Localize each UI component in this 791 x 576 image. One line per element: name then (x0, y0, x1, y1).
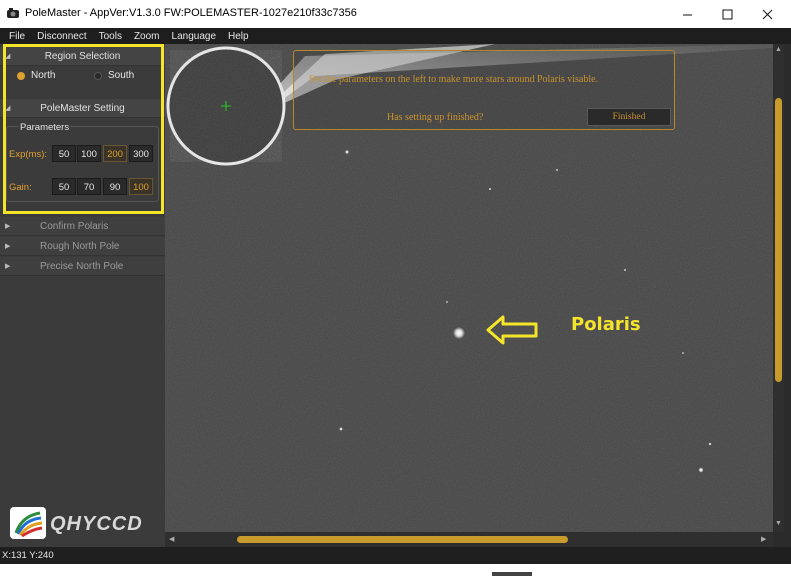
gain-50-button[interactable]: 50 (52, 178, 76, 195)
horizontal-scroll-thumb[interactable] (237, 536, 568, 543)
setup-question-text: Has setting up finished? (387, 112, 484, 123)
menu-tools[interactable]: Tools (99, 31, 122, 42)
cursor-coordinates: X:131 Y:240 (2, 550, 54, 561)
radio-south[interactable]: South (94, 70, 134, 81)
polemaster-window: PoleMaster - AppVer:V1.3.0 FW:POLEMASTER… (0, 0, 791, 576)
finished-button[interactable]: Finished (587, 108, 671, 126)
expand-triangle-icon: ▶ (5, 263, 11, 270)
scroll-left-icon[interactable]: ◀ (169, 535, 174, 543)
step-precise-north-pole-label: Precise North Pole (40, 261, 124, 272)
gain-100-button[interactable]: 100 (129, 178, 153, 195)
expand-triangle-icon: ▶ (5, 243, 11, 250)
close-icon (762, 9, 772, 19)
radio-unselected-icon (94, 71, 102, 80)
radio-north[interactable]: North (17, 70, 55, 81)
polaris-label: Polaris (571, 314, 641, 335)
exp-label: Exp(ms): (9, 149, 47, 160)
minimize-icon (682, 14, 692, 15)
parameters-label: Parameters (19, 122, 71, 133)
window-title: PoleMaster - AppVer:V1.3.0 FW:POLEMASTER… (25, 7, 357, 19)
gain-label: Gain: (9, 182, 32, 193)
radio-north-label: North (31, 70, 56, 81)
exp-300-button[interactable]: 300 (129, 145, 153, 162)
gain-90-button[interactable]: 90 (103, 178, 127, 195)
star (445, 300, 449, 304)
exp-50-button[interactable]: 50 (52, 145, 76, 162)
qhyccd-logo: QHYCCD (10, 507, 156, 539)
star (555, 168, 559, 172)
polaris-star (453, 327, 465, 339)
polemaster-setting-header[interactable]: ◢ PoleMaster Setting (0, 99, 165, 118)
minimize-button[interactable] (665, 0, 709, 28)
instruction-panel: Set the parameters on the left to make m… (293, 50, 675, 130)
bottom-strip (0, 564, 791, 576)
radio-south-label: South (108, 70, 135, 81)
collapse-triangle-icon: ◢ (5, 53, 11, 60)
exp-200-button[interactable]: 200 (103, 145, 127, 162)
exp-100-button[interactable]: 100 (77, 145, 101, 162)
star (488, 187, 492, 191)
step-rough-north-pole-label: Rough North Pole (40, 241, 120, 252)
star (345, 150, 349, 154)
scroll-up-icon[interactable]: ▲ (775, 46, 782, 53)
polemaster-setting-label: PoleMaster Setting (40, 103, 125, 114)
maximize-icon (722, 9, 732, 19)
title-bar: PoleMaster - AppVer:V1.3.0 FW:POLEMASTER… (0, 0, 791, 28)
step-precise-north-pole[interactable]: ▶ Precise North Pole (0, 257, 165, 276)
status-bar: X:131 Y:240 (0, 547, 791, 564)
horizontal-scrollbar[interactable]: ◀ ▶ (165, 532, 773, 547)
vertical-scrollbar[interactable]: ▲ ▼ (773, 44, 784, 532)
region-selection-header[interactable]: ◢ Region Selection (0, 47, 165, 66)
star (623, 268, 627, 272)
step-confirm-polaris[interactable]: ▶ Confirm Polaris (0, 217, 165, 236)
star (681, 351, 685, 355)
gain-70-button[interactable]: 70 (77, 178, 101, 195)
menu-file[interactable]: File (9, 31, 25, 42)
scroll-down-icon[interactable]: ▼ (775, 520, 782, 527)
maximize-button[interactable] (705, 0, 749, 28)
instruction-text: Set the parameters on the left to make m… (309, 74, 599, 85)
app-icon (7, 8, 19, 18)
left-panel: ◢ Region Selection North South ◢ PoleMas… (0, 44, 165, 547)
expand-triangle-icon: ▶ (5, 223, 11, 230)
star (698, 467, 704, 473)
radio-selected-icon (17, 71, 25, 80)
menu-language[interactable]: Language (172, 31, 217, 42)
close-button[interactable] (745, 0, 789, 28)
menu-zoom[interactable]: Zoom (134, 31, 160, 42)
menu-bar: File Disconnect Tools Zoom Language Help (0, 28, 791, 44)
scroll-right-icon[interactable]: ▶ (761, 535, 766, 543)
camera-image-view[interactable]: Set the parameters on the left to make m… (165, 44, 773, 532)
star (339, 427, 343, 431)
qhyccd-logo-icon (10, 507, 46, 539)
menu-disconnect[interactable]: Disconnect (37, 31, 86, 42)
star (708, 442, 712, 446)
collapse-triangle-icon: ◢ (5, 105, 11, 112)
step-confirm-polaris-label: Confirm Polaris (40, 221, 109, 232)
qhyccd-logo-text: QHYCCD (50, 513, 143, 535)
vertical-scroll-thumb[interactable] (775, 98, 782, 382)
menu-help[interactable]: Help (228, 31, 249, 42)
region-selection-label: Region Selection (44, 51, 121, 62)
step-rough-north-pole[interactable]: ▶ Rough North Pole (0, 237, 165, 256)
